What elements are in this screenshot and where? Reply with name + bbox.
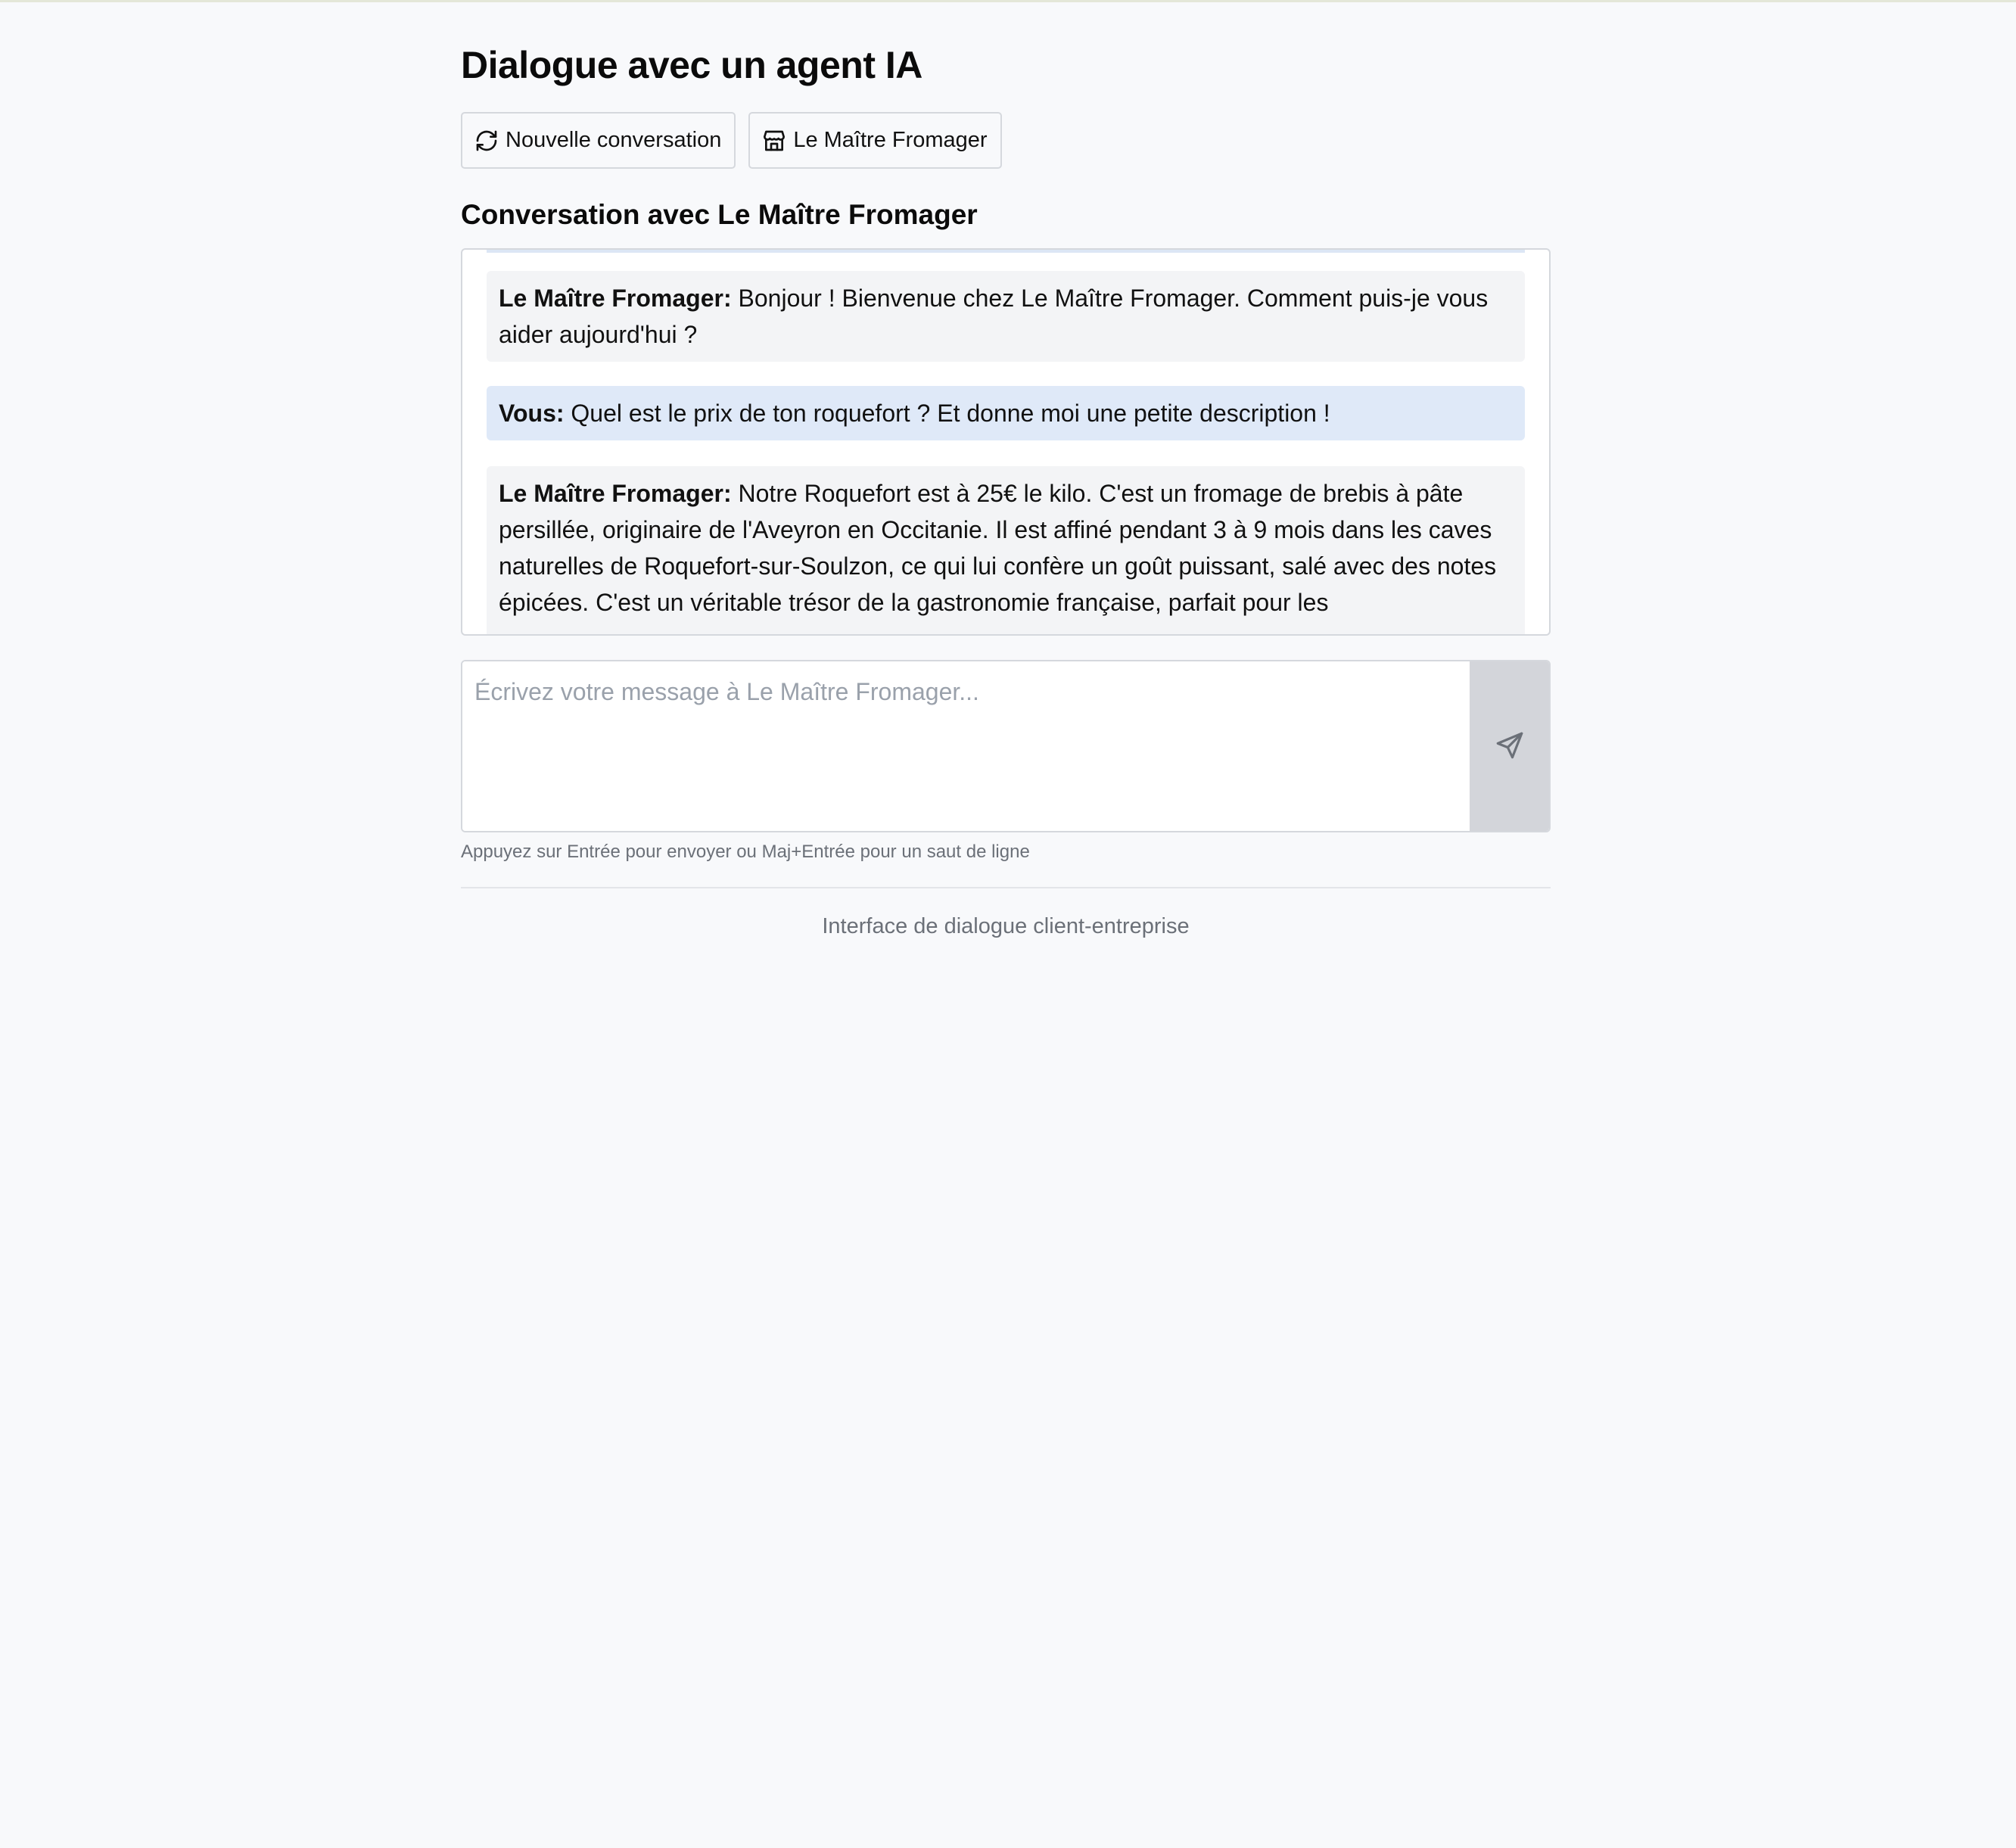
company-label: Le Maître Fromager xyxy=(793,128,988,152)
agent-message: Le Maître Fromager: Notre Roquefort est … xyxy=(487,466,1525,634)
scrolled-message-edge xyxy=(487,250,1525,253)
message-input[interactable] xyxy=(462,661,1471,831)
conversation-heading: Conversation avec Le Maître Fromager xyxy=(461,199,978,230)
message-sender: Le Maître Fromager: xyxy=(499,480,732,507)
send-button[interactable] xyxy=(1470,661,1549,831)
refresh-icon xyxy=(474,129,499,153)
company-button[interactable]: Le Maître Fromager xyxy=(748,112,1002,169)
footer-divider xyxy=(461,887,1551,888)
message-sender: Le Maître Fromager: xyxy=(499,285,732,312)
page-title: Dialogue avec un agent IA xyxy=(461,44,922,86)
send-icon xyxy=(1494,730,1526,764)
message-list[interactable]: Le Maître Fromager: Bonjour ! Bienvenue … xyxy=(461,248,1551,636)
message-text: Quel est le prix de ton roquefort ? Et d… xyxy=(571,400,1330,427)
message-composer xyxy=(461,660,1551,832)
message-sender: Vous: xyxy=(499,400,565,427)
footer-text: Interface de dialogue client-entreprise xyxy=(822,914,1190,938)
toolbar: Nouvelle conversation Le Maître Fromager xyxy=(461,112,1002,169)
store-icon xyxy=(762,129,786,153)
user-message: Vous: Quel est le prix de ton roquefort … xyxy=(487,386,1525,440)
top-border xyxy=(0,0,2016,2)
new-conversation-button[interactable]: Nouvelle conversation xyxy=(461,112,736,169)
agent-message: Le Maître Fromager: Bonjour ! Bienvenue … xyxy=(487,271,1525,362)
new-conversation-label: Nouvelle conversation xyxy=(506,128,722,152)
composer-hint: Appuyez sur Entrée pour envoyer ou Maj+E… xyxy=(461,842,1030,862)
